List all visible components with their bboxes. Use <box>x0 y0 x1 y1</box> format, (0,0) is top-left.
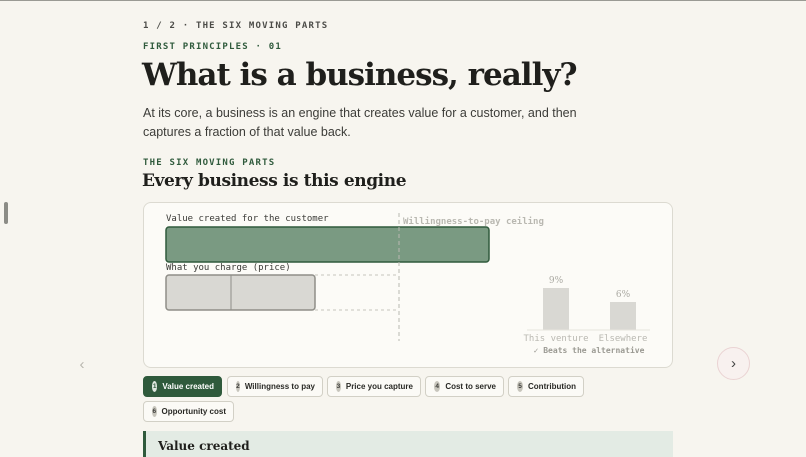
detail-panel-title: Value created <box>158 439 250 453</box>
value-created-label: Value created for the customer <box>166 214 329 224</box>
tab-label: Willingness to pay <box>244 382 315 391</box>
tab-label: Opportunity cost <box>161 407 226 416</box>
engine-kicker: THE SIX MOVING PARTS <box>143 158 276 168</box>
tab-number: 6 <box>152 406 157 417</box>
comparison-bar-label: This venture <box>523 334 588 344</box>
comparison-bar-label: Elsewhere <box>599 334 648 344</box>
price-label: What you charge (price) <box>166 263 291 273</box>
tab-label: Value created <box>162 382 214 391</box>
comparison-chart: 9% This venture 6% Elsewhere <box>523 276 647 344</box>
page-title: What is a business, really? <box>142 57 578 93</box>
comparison-bar <box>543 288 569 330</box>
tab-contribution[interactable]: 5 Contribution <box>508 376 584 397</box>
tab-number: 4 <box>434 381 441 392</box>
value-created-bar <box>165 226 490 263</box>
tab-label: Cost to serve <box>445 382 496 391</box>
tab-number: 3 <box>336 381 341 392</box>
tab-price-you-capture[interactable]: 3 Price you capture <box>327 376 421 397</box>
lede-paragraph: At its core, a business is an engine tha… <box>143 106 577 139</box>
engine-diagram-card: Value created for the customer Willingne… <box>143 202 673 368</box>
comparison-bar-value: 9% <box>549 276 564 286</box>
previous-icon[interactable]: ‹ <box>67 349 97 379</box>
engine-heading: Every business is this engine <box>142 171 407 191</box>
next-icon[interactable]: › <box>717 347 750 380</box>
detail-panel: Value created <box>143 431 673 457</box>
tab-label: Contribution <box>528 382 576 391</box>
tab-number: 5 <box>517 381 524 392</box>
section-label: FIRST PRINCIPLES · 01 <box>143 42 282 52</box>
tab-number: 2 <box>236 381 240 392</box>
tab-cost-to-serve[interactable]: 4 Cost to serve <box>425 376 504 397</box>
comparison-bar-value: 6% <box>616 290 631 300</box>
comparison-note: ✓ Beats the alternative <box>534 345 645 355</box>
price-bar <box>165 274 316 311</box>
tab-opportunity-cost[interactable]: 6 Opportunity cost <box>143 401 234 422</box>
tab-value-created[interactable]: 1 Value created <box>143 376 222 397</box>
comparison-bar <box>610 302 636 330</box>
tab-number: 1 <box>152 381 158 392</box>
engine-diagram: Value created for the customer Willingne… <box>165 213 650 355</box>
wtp-ceiling-label: Willingness-to-pay ceiling <box>403 216 544 227</box>
tab-label: Price you capture <box>345 382 413 391</box>
tab-willingness-to-pay[interactable]: 2 Willingness to pay <box>227 376 323 397</box>
scrollbar-handle[interactable] <box>4 202 8 224</box>
step-indicator: 1 / 2 · THE SIX MOVING PARTS <box>143 21 329 31</box>
